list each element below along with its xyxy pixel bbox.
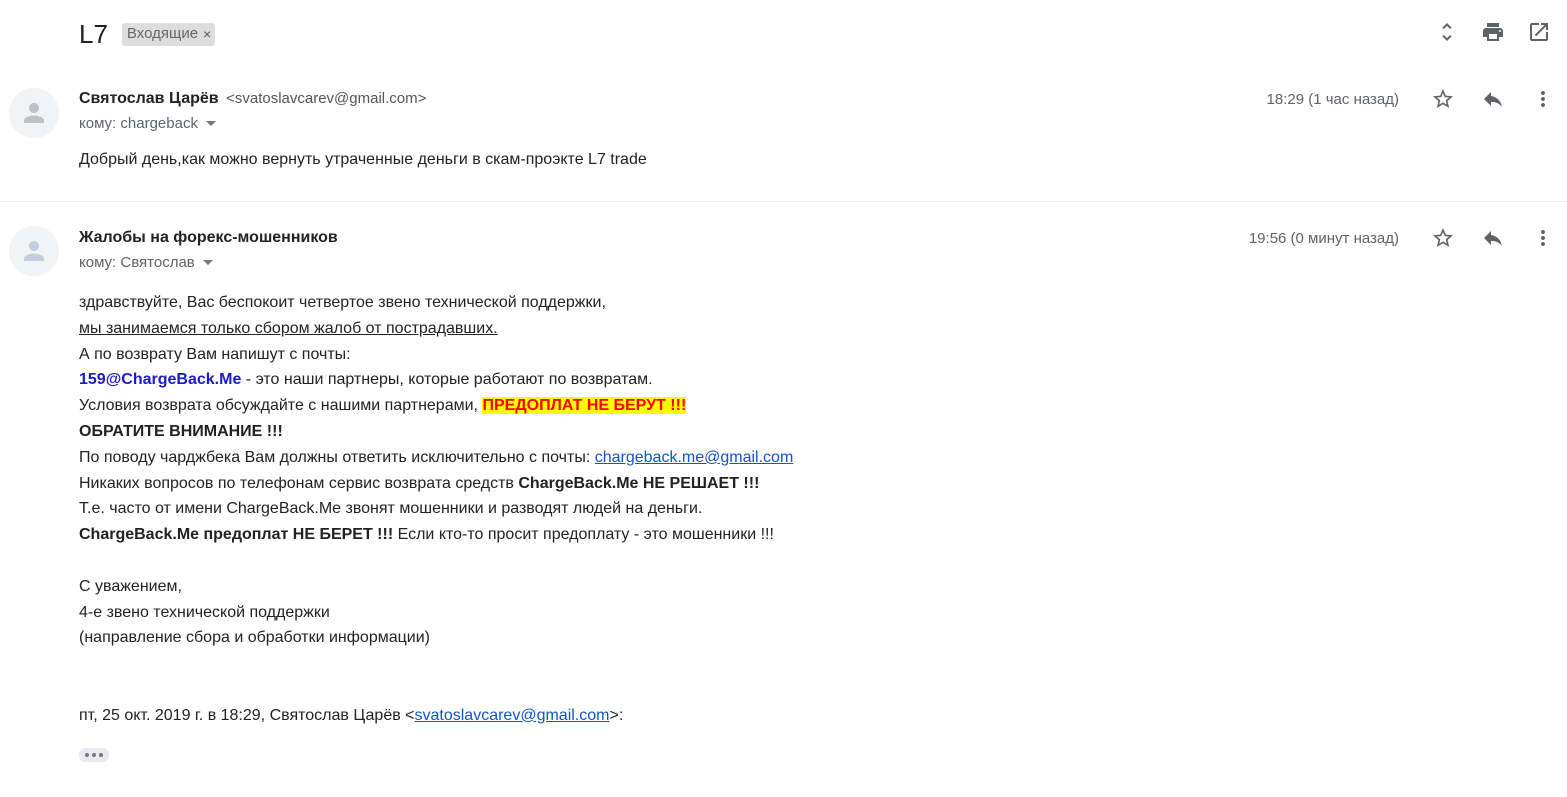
quoted-header: пт, 25 окт. 2019 г. в 18:29, Святослав Ц… xyxy=(79,703,793,729)
recipients-text: кому: Святослав xyxy=(79,254,195,271)
message-body: здравствуйте, Вас беспокоит четвертое зв… xyxy=(79,290,793,729)
body-line: здравствуйте, Вас беспокоит четвертое зв… xyxy=(79,294,606,311)
body-line: 159@ChargeBack.Me - это наши партнеры, к… xyxy=(79,367,793,393)
message-time: 19:56 (0 минут назад) xyxy=(1248,230,1399,247)
message-1: Святослав Царёв <svatoslavcarev@gmail.co… xyxy=(0,83,1567,202)
avatar xyxy=(9,88,59,138)
body-line: Т.е. часто от имени ChargeBack.Me звонят… xyxy=(79,500,703,518)
thread-toolbar xyxy=(1435,20,1551,44)
remove-label-button[interactable]: × xyxy=(203,26,211,42)
recipients-text: кому: chargeback xyxy=(79,115,198,132)
subject-bar: L7 Входящие × xyxy=(79,16,216,52)
message-actions xyxy=(1431,87,1555,111)
body-line: Никаких вопросов по телефонам сервис воз… xyxy=(79,471,793,497)
label-chip-text: Входящие xyxy=(126,25,199,42)
star-icon[interactable] xyxy=(1431,87,1455,111)
more-options-icon[interactable] xyxy=(1531,87,1555,111)
chargeback-email-link[interactable]: chargeback.me@gmail.com xyxy=(595,449,794,466)
dot xyxy=(85,753,89,757)
quote-text: >: xyxy=(609,706,624,724)
sender-line: Святослав Царёв <svatoslavcarev@gmail.co… xyxy=(79,90,426,108)
sender-line: Жалобы на форекс-мошенников xyxy=(79,229,338,247)
body-line: А по возврату Вам напишут с почты: xyxy=(79,345,351,363)
bold-text: ChargeBack.Me НЕ РЕШАЕТ !!! xyxy=(518,474,760,492)
dot xyxy=(92,753,96,757)
avatar xyxy=(9,226,59,276)
sender-email: <svatoslavcarev@gmail.com> xyxy=(226,90,427,107)
body-text: По поводу чарджбека Вам должны ответить … xyxy=(79,448,595,466)
body-line-underlined: мы занимаемся только сбором жалоб от пос… xyxy=(79,316,793,342)
underlined-text: мы занимаемся только сбором жалоб от пос… xyxy=(79,319,498,337)
open-in-new-window-icon[interactable] xyxy=(1527,20,1551,44)
person-icon xyxy=(24,103,44,123)
message-actions xyxy=(1431,226,1555,250)
signature-line: (направление сбора и обработки информаци… xyxy=(79,629,430,647)
star-icon[interactable] xyxy=(1431,226,1455,250)
quote-text: пт, 25 окт. 2019 г. в 18:29, Святослав Ц… xyxy=(79,706,415,724)
attention-heading: ОБРАТИТЕ ВНИМАНИЕ !!! xyxy=(79,422,283,440)
bold-text: ChargeBack.Me предоплат НЕ БЕРЕТ !!! xyxy=(79,526,394,544)
recipients-line[interactable]: кому: Святослав xyxy=(79,254,213,271)
sender-name: Святослав Царёв xyxy=(79,90,219,107)
body-line: ChargeBack.Me предоплат НЕ БЕРЕТ !!! Есл… xyxy=(79,522,793,548)
print-icon[interactable] xyxy=(1481,20,1505,44)
show-trimmed-content-button[interactable] xyxy=(79,748,109,762)
body-line: По поводу чарджбека Вам должны ответить … xyxy=(79,445,793,471)
signature-line: С уважением, xyxy=(79,577,182,595)
reply-icon[interactable] xyxy=(1481,226,1505,250)
body-text: Если кто-то просит предоплату - это моше… xyxy=(393,526,774,544)
signature-line: 4-е звено технической поддержки xyxy=(79,603,330,621)
show-details-chevron-icon[interactable] xyxy=(205,121,216,126)
body-text: - это наши партнеры, которые работают по… xyxy=(241,371,653,389)
body-text: Никаких вопросов по телефонам сервис воз… xyxy=(79,474,519,492)
person-icon xyxy=(24,241,44,261)
message-time: 18:29 (1 час назад) xyxy=(1266,91,1399,108)
partner-email: 159@ChargeBack.Me xyxy=(79,371,242,389)
dot xyxy=(99,753,103,757)
body-line: Условия возврата обсуждайте с нашими пар… xyxy=(79,393,793,419)
sender-name: Жалобы на форекс-мошенников xyxy=(79,229,338,246)
show-details-chevron-icon[interactable] xyxy=(202,260,213,265)
thread-subject: L7 xyxy=(79,18,108,49)
expand-collapse-icon[interactable] xyxy=(1435,20,1459,44)
more-options-icon[interactable] xyxy=(1531,226,1555,250)
recipients-line[interactable]: кому: chargeback xyxy=(79,115,216,132)
quoted-sender-email-link[interactable]: svatoslavcarev@gmail.com xyxy=(415,707,610,724)
reply-icon[interactable] xyxy=(1481,87,1505,111)
label-chip-inbox[interactable]: Входящие × xyxy=(121,22,216,46)
body-text: Условия возврата обсуждайте с нашими пар… xyxy=(79,397,483,415)
highlighted-warning: ПРЕДОПЛАТ НЕ БЕРУТ !!! xyxy=(482,397,687,415)
message-body: Добрый день,как можно вернуть утраченные… xyxy=(79,151,647,168)
